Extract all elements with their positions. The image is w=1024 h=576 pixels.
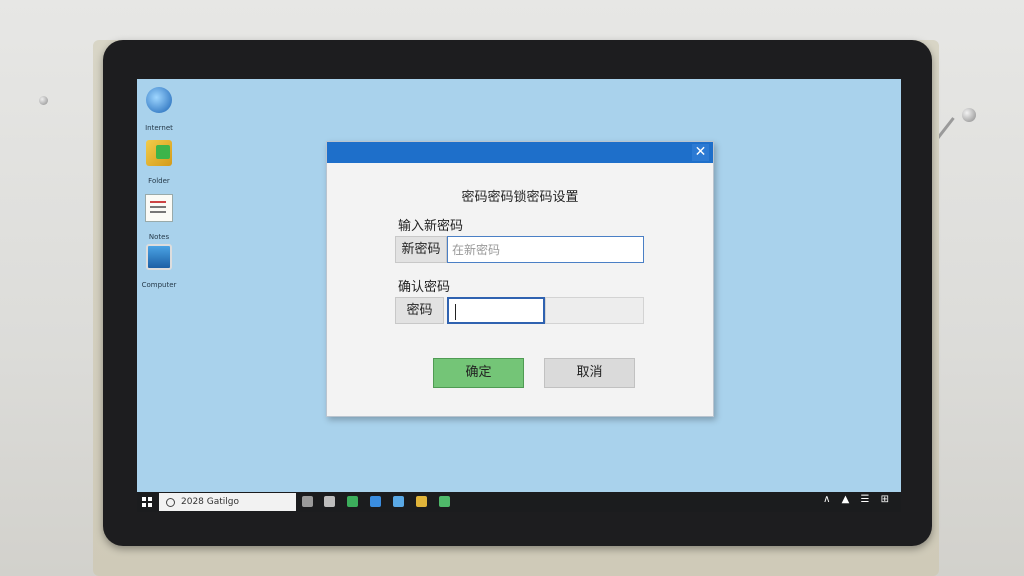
windows-start-icon[interactable] [142,497,152,507]
taskbar-search-box[interactable]: 2028 Gatilgo [159,493,296,511]
search-icon [166,498,175,507]
mail-icon[interactable] [370,496,381,507]
photo-scene: Internet Folder Notes Computer ✕ 密码密码锁密码… [0,0,1024,576]
widgets-icon[interactable] [324,496,335,507]
text-caret [455,304,456,320]
desktop-icon-label: Notes [148,233,170,241]
dialog-titlebar[interactable]: ✕ [327,142,713,163]
desktop-icon-internet[interactable]: Internet [137,87,181,134]
desktop-icon-label: Computer [141,281,177,289]
taskbar-search-text: 2028 Gatilgo [181,497,240,507]
ok-button[interactable]: 确定 [433,358,524,388]
edge-browser-icon[interactable] [347,496,358,507]
confirm-password-prefix: 密码 [395,297,444,324]
cancel-button[interactable]: 取消 [544,358,635,388]
desktop-icon-label: Internet [145,124,173,132]
wall-pin [39,96,48,105]
confirm-password-label: 确认密码 [398,280,451,295]
desktop-icon-folder[interactable]: Folder [137,140,181,187]
desktop-icon-notes[interactable]: Notes [137,194,181,243]
password-dialog: ✕ 密码密码锁密码设置 输入新密码 新密码 确认密码 密码 确定 取消 [326,141,714,417]
taskbar: 2028 Gatilgo ∧ ▲ ☰ ⊞ [137,492,901,512]
new-password-label: 输入新密码 [398,219,464,234]
task-view-icon[interactable] [302,496,313,507]
document-icon [145,194,173,222]
new-password-field[interactable] [447,236,644,263]
globe-icon [146,87,172,113]
dialog-heading: 密码密码锁密码设置 [461,190,579,205]
close-button[interactable]: ✕ [692,144,709,161]
computer-icon [146,244,172,270]
desktop-icon-computer[interactable]: Computer [137,244,181,291]
photos-icon[interactable] [439,496,450,507]
new-password-prefix: 新密码 [395,236,447,263]
confirm-password-input[interactable] [449,299,543,322]
confirm-password-field[interactable] [447,297,545,324]
confirm-field-extension [545,297,644,324]
antenna-knob [962,108,976,122]
desktop-screen: Internet Folder Notes Computer ✕ 密码密码锁密码… [137,79,901,512]
new-password-input[interactable] [448,237,643,262]
desktop-icon-label: Folder [148,177,170,185]
file-explorer-icon[interactable] [416,496,427,507]
system-tray[interactable]: ∧ ▲ ☰ ⊞ [823,494,893,505]
folder-icon [146,140,172,166]
store-icon[interactable] [393,496,404,507]
